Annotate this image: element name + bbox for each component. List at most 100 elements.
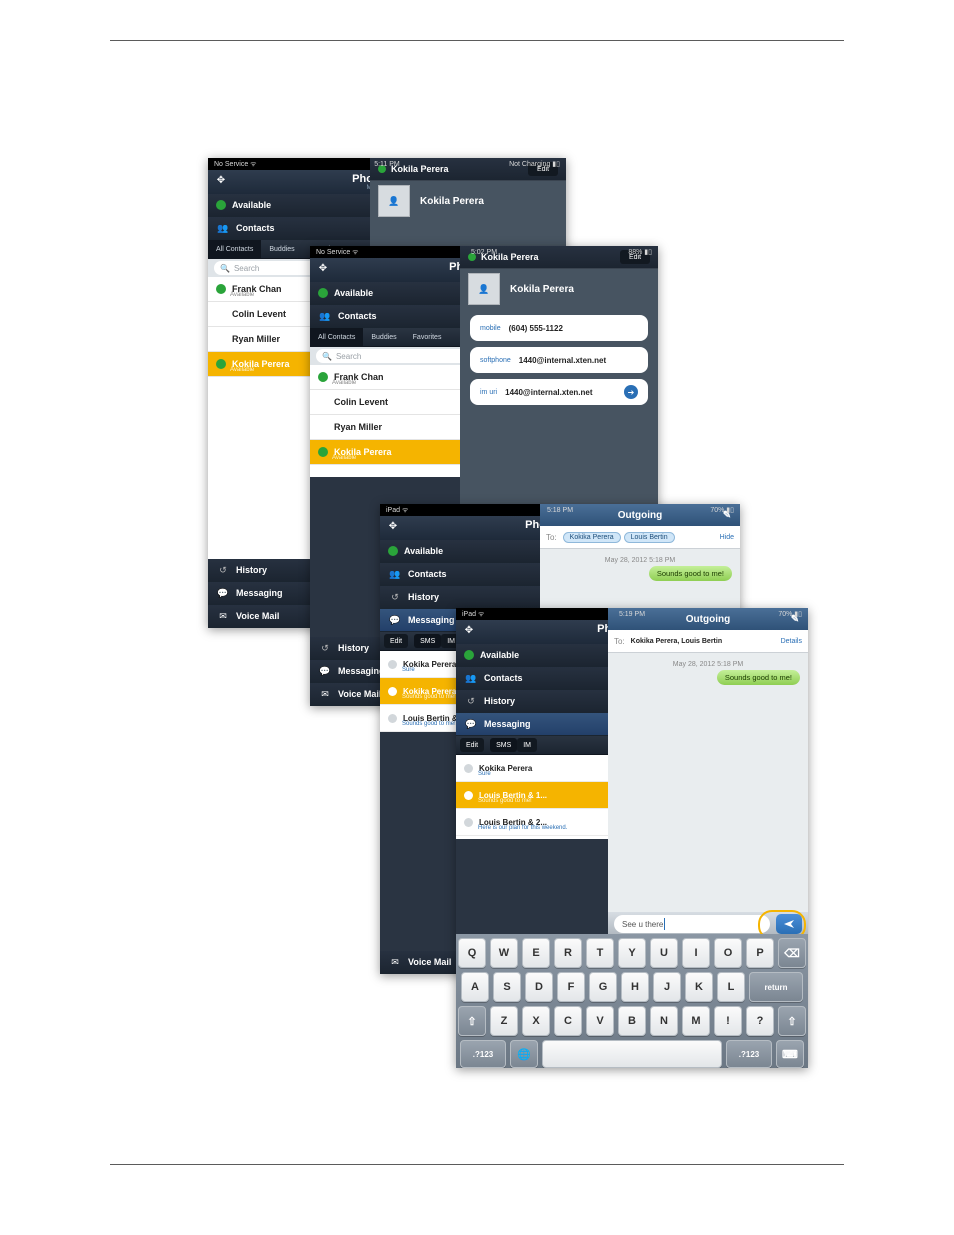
key[interactable]: W — [490, 938, 518, 968]
contacts-icon: 👥 — [464, 671, 478, 685]
thread-dot-icon — [388, 687, 397, 696]
history-icon: ↺ — [464, 694, 478, 708]
key[interactable]: ! — [714, 1006, 742, 1036]
thread-dot-icon — [388, 714, 397, 723]
contact-field-card: softphone1440@internal.xten.net — [470, 347, 648, 373]
key[interactable]: A — [461, 972, 489, 1002]
backspace-key[interactable]: ⌫ — [778, 938, 806, 968]
detail-big-name: Kokila Perera — [420, 196, 484, 207]
tab-all-contacts[interactable]: All Contacts — [208, 240, 261, 258]
key[interactable]: K — [685, 972, 713, 1002]
panel-messaging-compose: iPad ᯤ 5:19 PM 70% ▮▯ ✥ Phone Ready Myvo… — [456, 608, 808, 1068]
key[interactable]: S — [493, 972, 521, 1002]
callout-lines — [0, 0, 300, 150]
contact-field[interactable]: softphone1440@internal.xten.net — [470, 347, 648, 373]
presence-dot-icon — [464, 650, 474, 660]
voicemail-icon: ✉ — [388, 955, 402, 969]
to-line: To: Kokika Perera, Louis Bertin Details — [608, 630, 808, 653]
key[interactable]: Q — [458, 938, 486, 968]
key[interactable]: U — [650, 938, 678, 968]
app-logo-icon: ✥ — [214, 173, 228, 187]
presence-dot-icon — [318, 372, 328, 382]
voicemail-icon: ✉ — [216, 609, 230, 623]
timestamp: May 28, 2012 5:18 PM — [616, 661, 800, 668]
search-icon: 🔍 — [322, 352, 332, 361]
details-button[interactable]: Details — [781, 638, 802, 645]
numeric-key[interactable]: .?123 — [726, 1040, 772, 1068]
history-icon: ↺ — [388, 590, 402, 604]
contacts-icon: 👥 — [216, 221, 230, 235]
keyboard: Q W E R T Y U I O P ⌫ A S D F G H J K — [456, 934, 808, 1068]
send-button[interactable] — [776, 914, 802, 934]
space-key[interactable] — [542, 1040, 722, 1068]
globe-key[interactable]: 🌐 — [510, 1040, 538, 1068]
status-time: 5:18 PM — [380, 507, 740, 514]
tab-buddies[interactable]: Buddies — [363, 328, 404, 346]
recipient-pill[interactable]: Kokika Perera — [563, 532, 621, 543]
thread-dot-icon — [464, 764, 473, 773]
status-time: 5:02 PM — [310, 249, 658, 256]
message-input[interactable]: See u there — [614, 915, 770, 933]
disclosure-icon[interactable]: ➔ — [624, 385, 638, 399]
contact-field[interactable]: mobile(604) 555-1122 — [470, 315, 648, 341]
tab-favorites[interactable]: Favorites — [405, 328, 450, 346]
message-pane: Outgoing ✎ To: Kokika Perera, Louis Bert… — [608, 608, 808, 936]
key[interactable]: H — [621, 972, 649, 1002]
avatar: 👤 — [378, 185, 410, 217]
recipient-pill[interactable]: Louis Bertin — [624, 532, 675, 543]
app-logo-icon: ✥ — [316, 261, 330, 275]
presence-dot-icon — [216, 284, 226, 294]
key[interactable]: R — [554, 938, 582, 968]
key[interactable]: N — [650, 1006, 678, 1036]
messaging-icon: 💬 — [388, 613, 402, 627]
key[interactable]: ? — [746, 1006, 774, 1036]
history-icon: ↺ — [318, 641, 332, 655]
shift-key[interactable]: ⇧ — [778, 1006, 806, 1036]
key[interactable]: P — [746, 938, 774, 968]
status-battery: Not Charging ▮▯ — [509, 160, 560, 168]
key[interactable]: Z — [490, 1006, 518, 1036]
key[interactable]: T — [586, 938, 614, 968]
key[interactable]: C — [554, 1006, 582, 1036]
key[interactable]: G — [589, 972, 617, 1002]
return-key[interactable]: return — [749, 972, 803, 1002]
contacts-icon: 👥 — [388, 567, 402, 581]
key[interactable]: D — [525, 972, 553, 1002]
status-time: 5:19 PM — [456, 611, 808, 618]
contact-field-card: mobile(604) 555-1122 — [470, 315, 648, 341]
key[interactable]: O — [714, 938, 742, 968]
avatar-row: 👤 Kokila Perera — [460, 269, 658, 309]
tab-all-contacts[interactable]: All Contacts — [310, 328, 363, 346]
edit-button[interactable]: Edit — [384, 634, 408, 648]
tab-buddies[interactable]: Buddies — [261, 240, 302, 258]
key[interactable]: M — [682, 1006, 710, 1036]
sms-tab[interactable]: SMS — [490, 738, 517, 752]
page-top-rule — [110, 40, 844, 41]
status-battery: 70% ▮▯ — [710, 506, 734, 514]
voicemail-icon: ✉ — [318, 687, 332, 701]
contacts-icon: 👥 — [318, 309, 332, 323]
key[interactable]: X — [522, 1006, 550, 1036]
key[interactable]: B — [618, 1006, 646, 1036]
edit-button[interactable]: Edit — [460, 738, 484, 752]
im-tab[interactable]: IM — [517, 738, 537, 752]
compose-bar: See u there — [608, 912, 808, 936]
contact-field[interactable]: im uri1440@internal.xten.net➔ — [470, 379, 648, 405]
presence-dot-icon — [216, 200, 226, 210]
shift-key[interactable]: ⇧ — [458, 1006, 486, 1036]
key[interactable]: I — [682, 938, 710, 968]
key[interactable]: Y — [618, 938, 646, 968]
key[interactable]: L — [717, 972, 745, 1002]
hide-button[interactable]: Hide — [720, 534, 734, 541]
key[interactable]: J — [653, 972, 681, 1002]
presence-dot-icon — [318, 447, 328, 457]
sms-tab[interactable]: SMS — [414, 634, 441, 648]
key[interactable]: F — [557, 972, 585, 1002]
message-thread: May 28, 2012 5:18 PM Sounds good to me! — [608, 653, 808, 885]
numeric-key[interactable]: .?123 — [460, 1040, 506, 1068]
key[interactable]: V — [586, 1006, 614, 1036]
hide-keyboard-key[interactable]: ⌨ — [776, 1040, 804, 1068]
send-icon — [783, 918, 795, 930]
key[interactable]: E — [522, 938, 550, 968]
message-thread: May 28, 2012 5:18 PM Sounds good to me! — [540, 549, 740, 587]
